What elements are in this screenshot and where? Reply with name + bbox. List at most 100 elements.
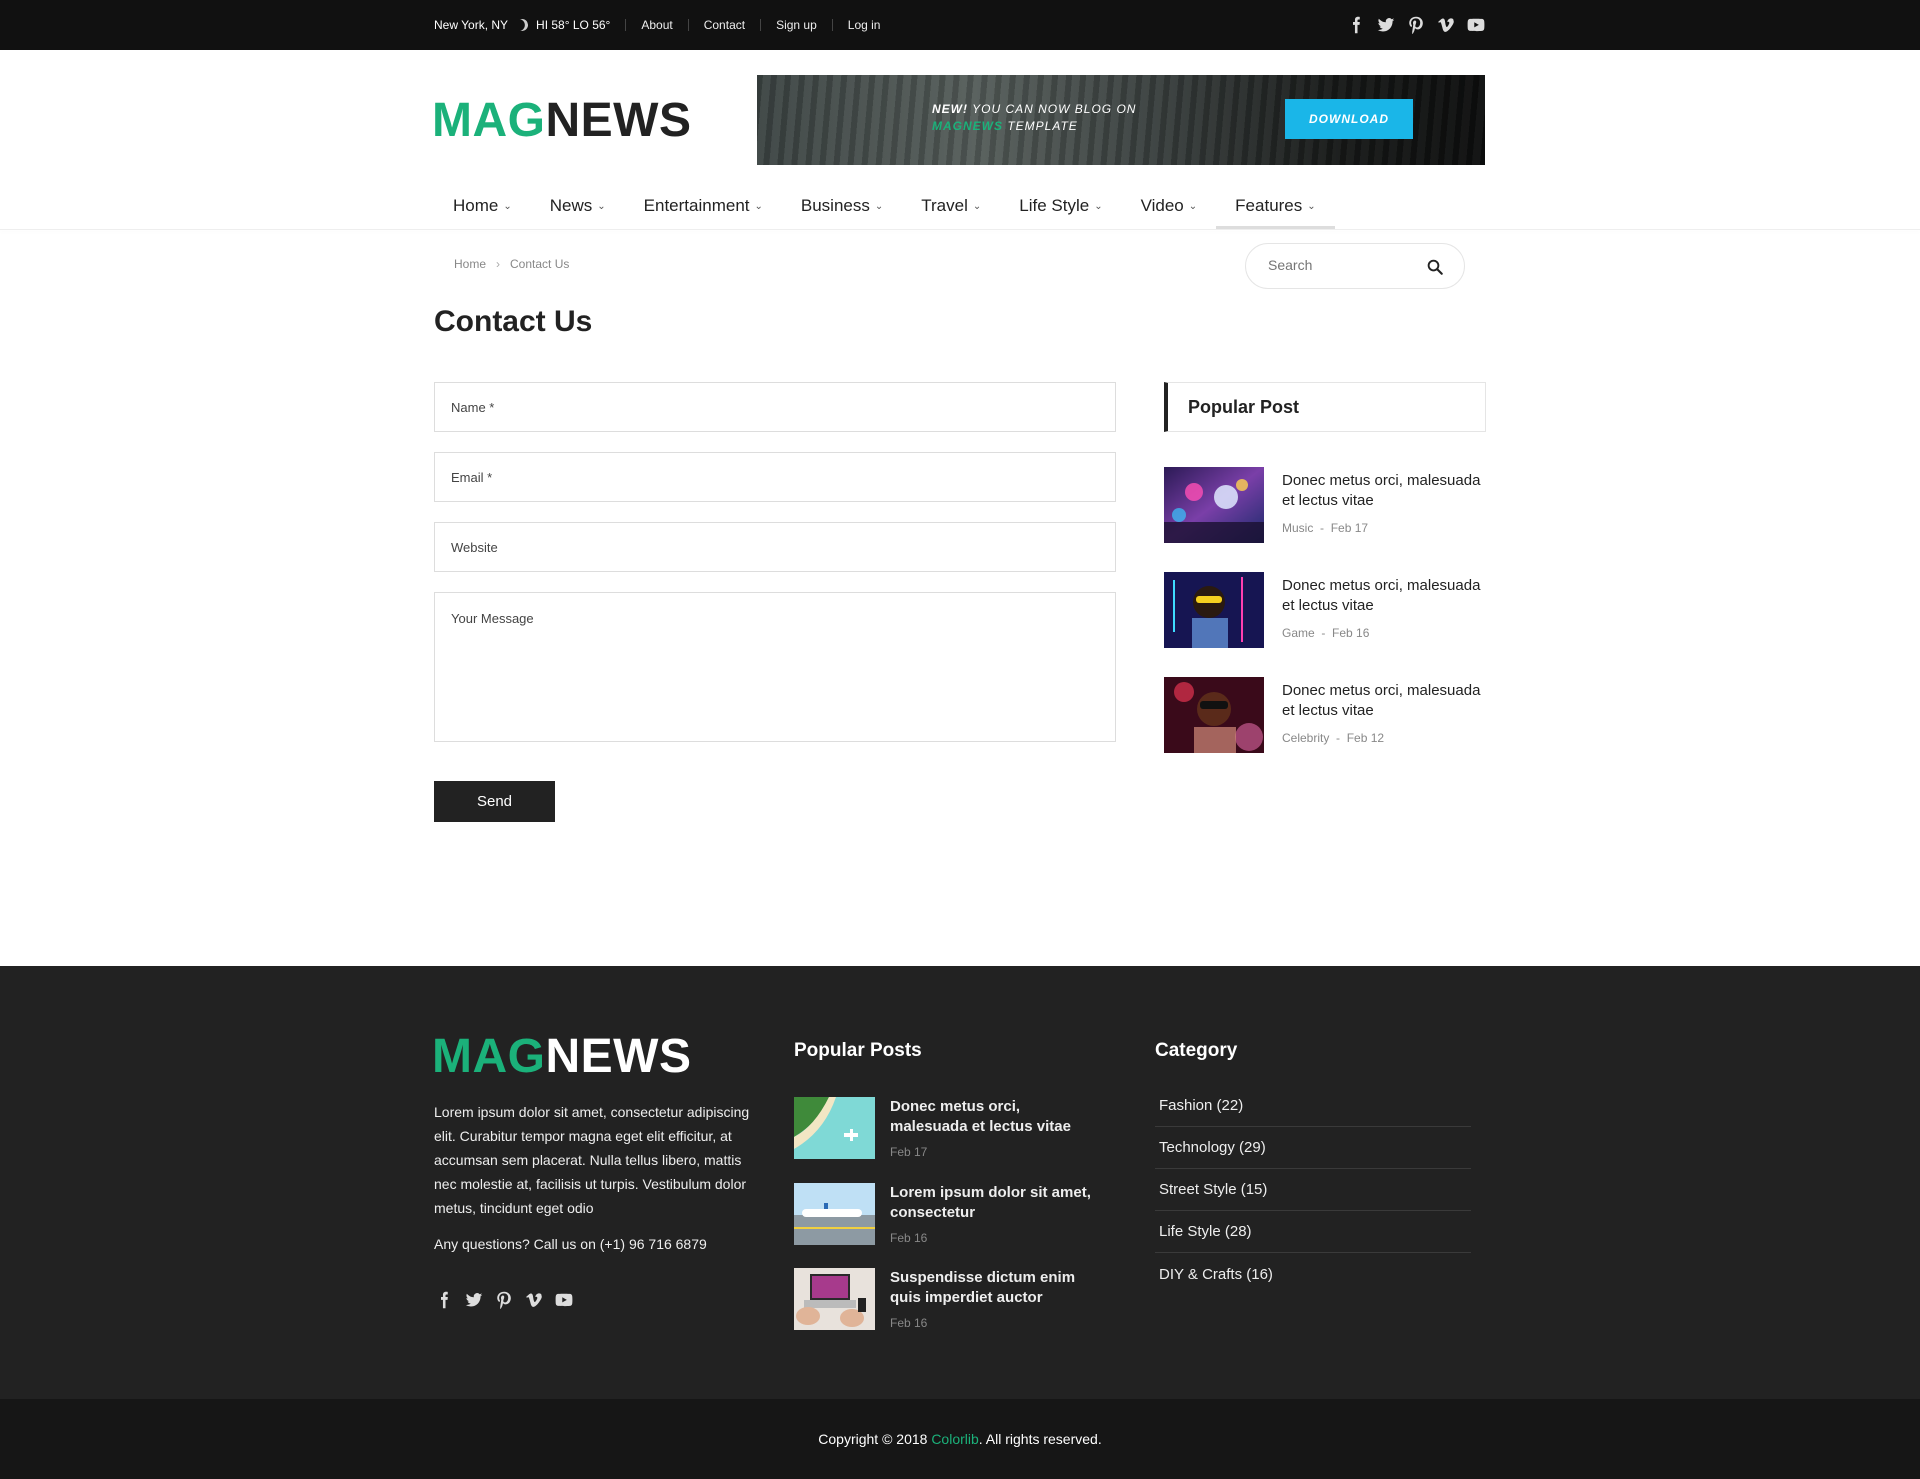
vimeo-icon[interactable] [1436, 15, 1456, 35]
logo-news: NEWS [545, 1030, 692, 1083]
category-item[interactable]: DIY & Crafts (16) [1155, 1253, 1471, 1295]
download-button[interactable]: DOWNLOAD [1285, 99, 1413, 139]
message-textarea[interactable] [435, 593, 1115, 741]
pinterest-icon[interactable] [494, 1290, 514, 1310]
post-title[interactable]: Donec metus orci, malesuada et lectus vi… [1282, 471, 1492, 511]
popular-post-item[interactable]: Donec metus orci, malesuada et lectus vi… [1164, 467, 1486, 543]
post-date: Feb 16 [890, 1231, 928, 1245]
chevron-down-icon: ⌄ [1094, 200, 1103, 212]
footer-post-item[interactable]: Donec metus orci, malesuada et lectus vi… [794, 1097, 1094, 1159]
footer-post-item[interactable]: Suspendisse dictum enim quis imperdiet a… [794, 1268, 1094, 1330]
post-title[interactable]: Lorem ipsum dolor sit amet, consectetur [890, 1183, 1100, 1223]
post-title[interactable]: Donec metus orci, malesuada et lectus vi… [890, 1097, 1100, 1137]
nav-video[interactable]: Video ⌄ [1122, 183, 1217, 229]
category-item[interactable]: Technology (29) [1155, 1127, 1471, 1169]
nav-news[interactable]: News ⌄ [531, 183, 625, 229]
divider [625, 19, 627, 31]
popular-post-item[interactable]: Donec metus orci, malesuada et lectus vi… [1164, 677, 1486, 753]
nav-label: Business [800, 196, 870, 215]
name-input[interactable] [435, 383, 1115, 431]
website-input[interactable] [435, 523, 1115, 571]
category-item[interactable]: Fashion (22) [1155, 1085, 1471, 1127]
post-date: Feb 16 [1332, 626, 1370, 640]
divider [831, 19, 833, 31]
ad-banner[interactable]: NEW! YOU CAN NOW BLOG ON MAGNEWS TEMPLAT… [757, 75, 1485, 165]
post-thumbnail[interactable] [794, 1268, 875, 1330]
login-link[interactable]: Log in [848, 18, 881, 32]
about-link[interactable]: About [641, 18, 672, 32]
ad-new: NEW! [932, 102, 968, 116]
signup-link[interactable]: Sign up [776, 18, 817, 32]
send-button[interactable]: Send [434, 781, 555, 822]
logo-mag: MAG [432, 94, 546, 147]
site-logo[interactable]: MAGNEWS [432, 93, 691, 148]
popular-post-heading: Popular Post [1164, 382, 1486, 432]
pinterest-icon[interactable] [1406, 15, 1426, 35]
copyright-suffix: . All rights reserved. [978, 1431, 1102, 1447]
chevron-down-icon: ⌄ [503, 200, 512, 212]
chevron-down-icon: ⌄ [874, 200, 884, 212]
nav-travel[interactable]: Travel ⌄ [902, 183, 1000, 229]
ad-text: NEW! YOU CAN NOW BLOG ON MAGNEWS TEMPLAT… [932, 101, 1136, 135]
search-box [1245, 243, 1465, 289]
footer-about: Lorem ipsum dolor sit amet, consectetur … [434, 1104, 750, 1216]
email-input[interactable] [435, 453, 1115, 501]
post-category[interactable]: Music [1282, 521, 1313, 535]
post-thumbnail[interactable] [1164, 572, 1264, 648]
message-field-wrapper [434, 592, 1116, 742]
copyright-prefix: Copyright © 2018 [818, 1431, 928, 1447]
nav-features[interactable]: Features ⌄ [1216, 183, 1336, 229]
youtube-icon[interactable] [1466, 15, 1486, 35]
nav-label: News [549, 196, 593, 215]
category-item[interactable]: Street Style (15) [1155, 1169, 1471, 1211]
contact-link[interactable]: Contact [704, 18, 745, 32]
footer-post-item[interactable]: Lorem ipsum dolor sit amet, consectetur … [794, 1183, 1094, 1245]
post-title[interactable]: Donec metus orci, malesuada et lectus vi… [1282, 576, 1492, 616]
facebook-icon[interactable] [434, 1290, 454, 1310]
post-thumbnail[interactable] [1164, 467, 1264, 543]
ad-line1: YOU CAN NOW BLOG ON [968, 102, 1137, 116]
divider [687, 19, 689, 31]
breadcrumb-current: Contact Us [510, 257, 570, 271]
name-field-wrapper [434, 382, 1116, 432]
search-icon[interactable] [1426, 258, 1444, 276]
post-thumbnail[interactable] [1164, 677, 1264, 753]
nav-label: Entertainment [643, 196, 750, 215]
copyright-bar: Copyright © 2018 Colorlib. All rights re… [0, 1399, 1920, 1479]
nav-life-style[interactable]: Life Style ⌄ [1000, 183, 1121, 229]
colorlib-link[interactable]: Colorlib [931, 1431, 978, 1447]
search-input[interactable] [1268, 257, 1418, 273]
twitter-icon[interactable] [464, 1290, 484, 1310]
popular-post-item[interactable]: Donec metus orci, malesuada et lectus vi… [1164, 572, 1486, 648]
location-text: New York, NY [434, 18, 509, 32]
nav-divider [0, 229, 1920, 230]
post-date: Feb 17 [890, 1145, 928, 1159]
chevron-down-icon: ⌄ [1307, 200, 1316, 212]
breadcrumb: Home › Contact Us [454, 257, 569, 271]
nav-home[interactable]: Home ⌄ [434, 183, 531, 229]
nav-label: Travel [921, 196, 968, 215]
nav-business[interactable]: Business ⌄ [782, 183, 902, 229]
facebook-icon[interactable] [1346, 15, 1366, 35]
post-title[interactable]: Donec metus orci, malesuada et lectus vi… [1282, 681, 1492, 721]
post-category[interactable]: Celebrity [1282, 731, 1329, 745]
nav-entertainment[interactable]: Entertainment ⌄ [625, 183, 782, 229]
ad-brand: MAGNEWS [932, 119, 1003, 133]
footer-logo[interactable]: MAGNEWS [432, 1029, 691, 1084]
chevron-down-icon: ⌄ [754, 200, 763, 212]
category-item[interactable]: Life Style (28) [1155, 1211, 1471, 1253]
youtube-icon[interactable] [554, 1290, 574, 1310]
top-social [1346, 0, 1486, 50]
vimeo-icon[interactable] [524, 1290, 544, 1310]
top-bar: New York, NY HI 58° LO 56° About Contact… [0, 0, 1920, 50]
website-field-wrapper [434, 522, 1116, 572]
post-title[interactable]: Suspendisse dictum enim quis imperdiet a… [890, 1268, 1100, 1308]
post-category[interactable]: Game [1282, 626, 1315, 640]
breadcrumb-home[interactable]: Home [454, 257, 486, 271]
post-thumbnail[interactable] [794, 1097, 875, 1159]
post-thumbnail[interactable] [794, 1183, 875, 1245]
twitter-icon[interactable] [1376, 15, 1396, 35]
page: New York, NY HI 58° LO 56° About Contact… [0, 0, 1920, 1479]
post-meta: Music - Feb 17 [1282, 521, 1369, 535]
weather-text: HI 58° LO 56° [536, 18, 611, 32]
